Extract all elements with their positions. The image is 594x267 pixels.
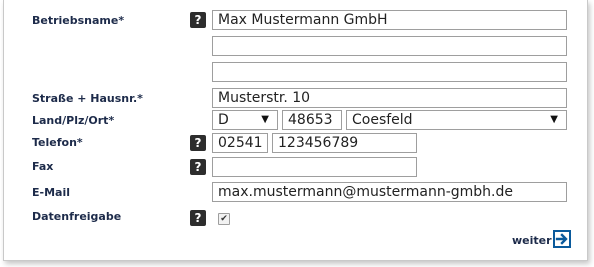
next-button-label[interactable]: weiter [512, 234, 552, 247]
consent-help-icon[interactable]: ? [190, 210, 206, 226]
phone-help-icon[interactable]: ? [190, 135, 206, 151]
zip-field[interactable]: 48653 [282, 110, 342, 130]
company-name-field-1[interactable]: Max Mustermann GmbH [212, 10, 567, 30]
fax-field[interactable] [212, 157, 417, 177]
phone-number-field[interactable]: 123456789 [272, 133, 417, 153]
street-label: Straße + Hausnr.* [32, 92, 143, 105]
city-value: Coesfeld [352, 112, 413, 128]
data-consent-checkbox[interactable]: ✔ [218, 213, 230, 225]
fax-label: Fax [32, 160, 54, 173]
chevron-down-icon: ▼ [550, 114, 558, 125]
country-select[interactable]: D ▼ [212, 110, 278, 130]
phone-area-code-field[interactable]: 02541 [212, 133, 268, 153]
chevron-down-icon: ▼ [261, 114, 269, 125]
registration-form-panel: Betriebsname* ? Max Mustermann GmbH Stra… [3, 0, 588, 261]
company-name-field-3[interactable] [212, 62, 567, 82]
company-name-label: Betriebsname* [32, 14, 125, 27]
data-consent-label: Datenfreigabe [32, 210, 122, 223]
arrow-right-box-icon[interactable] [553, 230, 571, 248]
country-value: D [218, 112, 229, 128]
email-field[interactable]: max.mustermann@mustermann-gmbh.de [212, 182, 567, 202]
fax-help-icon[interactable]: ? [190, 159, 206, 175]
email-label: E-Mail [32, 186, 70, 199]
city-select[interactable]: Coesfeld ▼ [346, 110, 567, 130]
street-field[interactable]: Musterstr. 10 [212, 88, 567, 108]
phone-label: Telefon* [32, 136, 83, 149]
company-name-field-2[interactable] [212, 36, 567, 56]
company-help-icon[interactable]: ? [190, 12, 206, 28]
location-label: Land/Plz/Ort* [32, 114, 115, 127]
